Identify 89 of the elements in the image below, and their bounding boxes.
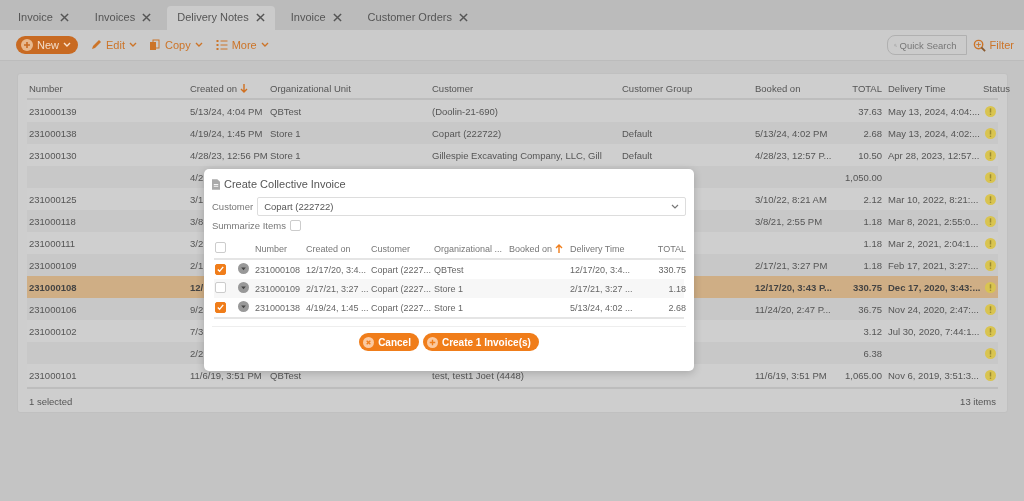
- table-cell: Copart (222722): [432, 127, 502, 139]
- table-cell: 36.75: [858, 303, 882, 315]
- table-cell: 231000130: [29, 149, 77, 161]
- table-cell: Mar 10, 2022, 8:21:...: [888, 193, 979, 205]
- table-cell: 3/1: [190, 193, 204, 205]
- table-cell: 6.38: [863, 347, 882, 359]
- table-cell: QBTest: [434, 264, 464, 275]
- table-cell: 9/2: [190, 303, 204, 315]
- table-cell: May 13, 2024, 4:04:...: [888, 105, 980, 117]
- table-cell: 2/1: [190, 259, 204, 271]
- table-cell: Copart (2227...: [371, 302, 432, 313]
- table-cell: 2/17/21, 3:27 ...: [306, 283, 369, 294]
- table-cell: Store 1: [270, 149, 301, 161]
- table-cell: 231000101: [29, 369, 77, 381]
- table-cell: QBTest: [270, 105, 302, 117]
- table-cell: Store 1: [434, 283, 464, 294]
- table-cell: 10.50: [858, 149, 882, 161]
- table-cell: 231000125: [29, 193, 77, 205]
- table-cell: Gillespie Excavating Company, LLC, Gill: [432, 149, 602, 161]
- table-cell: 231000108: [29, 281, 77, 293]
- table-cell: 3/10/22, 8:21 AM: [755, 193, 827, 205]
- table-cell: 231000108: [255, 264, 301, 275]
- table-cell: 11/6/19, 3:51 PM: [755, 369, 827, 381]
- table-cell: 231000102: [29, 325, 77, 337]
- field-label: Summarize Items: [212, 220, 286, 231]
- table-cell: Default: [622, 149, 653, 161]
- table-cell: 4/2: [190, 171, 204, 183]
- table-cell: 11/6/19, 3:51 PM: [190, 369, 262, 381]
- table-cell: Feb 17, 2021, 3:27:...: [888, 259, 979, 271]
- table-cell: 1,050.00: [845, 171, 882, 183]
- table-cell: 3/8/21, 2:55 PM: [755, 215, 823, 227]
- table-cell: 231000109: [255, 283, 301, 294]
- item-count: 13 items: [960, 396, 996, 407]
- table-cell: 231000106: [29, 303, 77, 315]
- table-cell: 3/8: [190, 215, 204, 227]
- table-cell: 330.75: [852, 281, 882, 293]
- table-cell: Mar 8, 2021, 2:55:0...: [888, 215, 979, 227]
- table-cell: Dec 17, 2020, 3:43:...: [888, 281, 981, 293]
- table-cell: 11/24/20, 2:47 P...: [755, 303, 831, 315]
- table-cell: 12/: [190, 281, 204, 293]
- table-cell: Copart (2227...: [371, 283, 432, 294]
- table-cell: Nov 24, 2020, 2:47:...: [888, 303, 979, 315]
- table-cell: Copart (2227...: [371, 264, 432, 275]
- table-cell: Store 1: [434, 302, 464, 313]
- table-cell: 4/28/23, 12:57 P...: [755, 149, 832, 161]
- table-cell: 2/17/21, 3:27 ...: [570, 283, 633, 294]
- table-cell: test, test1 Joet (4448): [432, 369, 524, 381]
- table-cell: Mar 2, 2021, 2:04:1...: [888, 237, 979, 249]
- table-cell: 231000109: [29, 259, 77, 271]
- table-cell: 231000139: [29, 105, 77, 117]
- table-cell: 330.75: [658, 264, 686, 275]
- table-cell: 1.18: [668, 283, 686, 294]
- table-cell: 231000138: [29, 127, 77, 139]
- table-cell: 4/19/24, 1:45 PM: [190, 127, 263, 139]
- field-label: Customer: [212, 201, 254, 212]
- table-cell: 231000138: [255, 302, 301, 313]
- table-cell: Store 1: [270, 127, 301, 139]
- table-cell: QBTest: [270, 369, 302, 381]
- table-cell: 2.68: [863, 127, 882, 139]
- table-cell: 12/17/20, 3:4...: [570, 264, 631, 275]
- table-cell: (Doolin-21-690): [432, 105, 498, 117]
- table-cell: 4/28/23, 12:56 PM: [190, 149, 268, 161]
- dialog-title: Create Collective Invoice: [224, 178, 346, 190]
- table-cell: 1.18: [863, 215, 882, 227]
- selection-count: 1 selected: [29, 396, 73, 407]
- table-cell: 4/19/24, 1:45 ...: [306, 302, 369, 313]
- table-cell: 1.18: [863, 237, 882, 249]
- table-cell: 7/3: [190, 325, 204, 337]
- table-cell: 2/17/21, 3:27 PM: [755, 259, 828, 271]
- table-cell: 1.18: [863, 259, 882, 271]
- table-cell: Jul 30, 2020, 7:44:1...: [888, 325, 980, 337]
- table-cell: 37.63: [858, 105, 882, 117]
- table-cell: 231000118: [29, 215, 76, 227]
- table-cell: 5/13/24, 4:02 ...: [570, 302, 633, 313]
- table-cell: Apr 28, 2023, 12:57...: [888, 149, 980, 161]
- table-cell: 2/2: [190, 347, 204, 359]
- table-cell: 231000111: [29, 237, 76, 249]
- table-cell: 3.12: [863, 325, 882, 337]
- table-cell: 1,065.00: [845, 369, 882, 381]
- table-cell: Nov 6, 2019, 3:51:3...: [888, 369, 979, 381]
- table-cell: 5/13/24, 4:02 PM: [755, 127, 828, 139]
- table-cell: 2.68: [668, 302, 686, 313]
- table-cell: May 13, 2024, 4:02:...: [888, 127, 980, 139]
- table-cell: 12/17/20, 3:4...: [306, 264, 367, 275]
- table-cell: 12/17/20, 3:43 P...: [755, 281, 832, 293]
- table-cell: 2.12: [863, 193, 882, 205]
- table-cell: 3/2: [190, 237, 204, 249]
- table-cell: 5/13/24, 4:04 PM: [190, 105, 263, 117]
- table-cell: Default: [622, 127, 653, 139]
